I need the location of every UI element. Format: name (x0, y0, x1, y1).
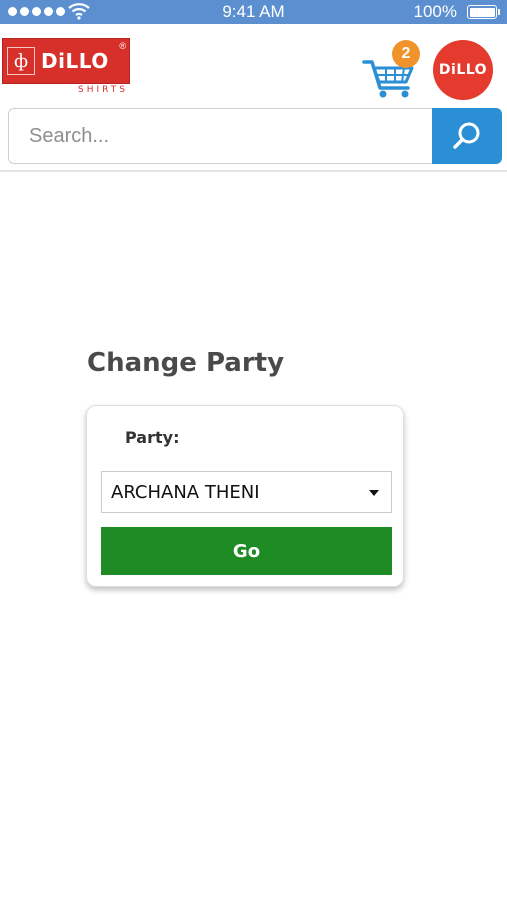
battery-icon (467, 5, 500, 19)
status-bar: 9:41 AM 100% (0, 0, 507, 24)
change-party-card: Party: ARCHANA THENI Go (86, 405, 404, 587)
cart-count-badge: 2 (392, 40, 420, 68)
page-title: Change Party (87, 348, 285, 378)
logo-badge: ф DiLLO ® (2, 38, 130, 84)
search-icon (453, 122, 480, 149)
search-button[interactable] (432, 108, 502, 164)
battery-percent: 100% (413, 2, 457, 21)
avatar[interactable]: DiLLO (433, 40, 493, 100)
party-select[interactable]: ARCHANA THENI (101, 471, 392, 513)
search-bar (8, 108, 502, 164)
dropdown-arrow-icon (369, 490, 379, 496)
logo-brand-text: DiLLO (41, 49, 109, 73)
party-label: Party: (125, 428, 180, 447)
cart-button[interactable]: 2 (362, 40, 420, 100)
search-input[interactable] (8, 108, 432, 164)
logo-emblem-icon: ф (7, 47, 35, 75)
logo-registered-mark: ® (119, 41, 126, 51)
go-button[interactable]: Go (101, 527, 392, 575)
logo-subtitle: SHIRTS (78, 85, 128, 95)
app-header: ф DiLLO ® SHIRTS 2 DiLLO (0, 24, 507, 172)
party-select-value: ARCHANA THENI (111, 482, 260, 503)
